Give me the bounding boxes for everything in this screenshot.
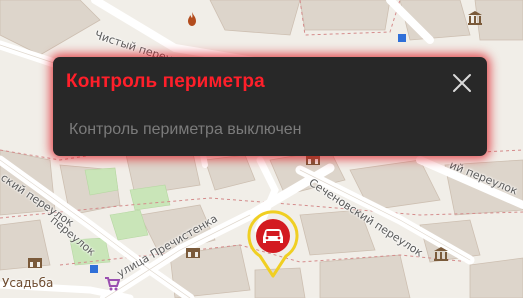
- notification-title: Контроль периметра: [66, 71, 265, 92]
- close-icon[interactable]: [450, 71, 474, 95]
- bus-stop-icon[interactable]: [89, 264, 99, 274]
- museum-icon[interactable]: [467, 10, 483, 26]
- vehicle-marker[interactable]: [246, 208, 300, 278]
- notification-message: Контроль периметра выключен: [69, 121, 302, 138]
- shop-icon[interactable]: [104, 276, 120, 292]
- museum-icon[interactable]: [433, 246, 449, 262]
- car-icon: [263, 229, 283, 243]
- fire-icon[interactable]: [184, 11, 200, 27]
- perimeter-control-notification: Контроль периметра Контроль периметра вы…: [53, 57, 487, 156]
- bus-stop-icon[interactable]: [397, 33, 407, 43]
- theatre-icon[interactable]: [185, 245, 201, 261]
- place-label-usadba: Усадьба: [2, 276, 54, 290]
- theatre-icon[interactable]: [27, 255, 43, 271]
